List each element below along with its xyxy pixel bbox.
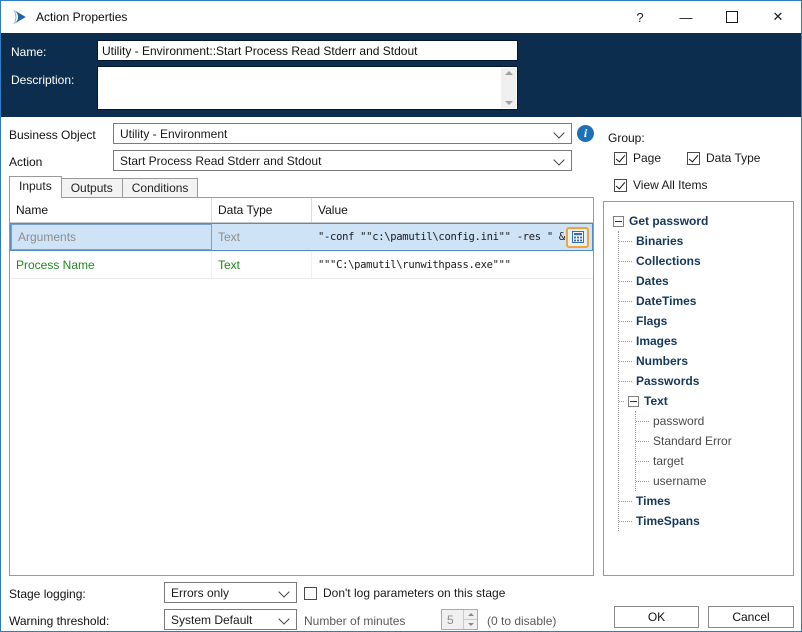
expression-editor-button[interactable] [566, 227, 589, 248]
table-row-arguments[interactable]: Arguments Text "-conf ""c:\pamutil\confi… [10, 223, 593, 251]
tree-item-target[interactable]: target [636, 451, 789, 471]
checkbox-icon[interactable] [614, 152, 627, 165]
tree-item-passwords[interactable]: Passwords [619, 371, 789, 391]
number-of-minutes-label: Number of minutes [304, 614, 405, 628]
scroll-down-icon[interactable] [505, 101, 513, 105]
table-row-process-name[interactable]: Process Name Text """C:\pamutil\runwithp… [10, 251, 593, 279]
tree-item-datetimes[interactable]: DateTimes [619, 291, 789, 311]
blue-prism-logo-icon [10, 8, 28, 26]
name-input[interactable] [97, 40, 518, 61]
close-icon[interactable]: ✕ [755, 1, 801, 33]
tab-strip: Inputs Outputs Conditions [9, 176, 198, 198]
cell-name[interactable]: Process Name [10, 251, 212, 278]
chevron-down-icon [553, 127, 564, 138]
table-header: Name Data Type Value [10, 198, 593, 223]
disable-hint: (0 to disable) [487, 614, 556, 628]
chevron-down-icon [278, 613, 289, 624]
help-icon[interactable]: ? [617, 1, 663, 33]
collapse-icon[interactable] [628, 396, 639, 407]
column-header-name[interactable]: Name [10, 198, 212, 222]
description-scrollbar[interactable] [501, 68, 516, 108]
tree-item-text[interactable]: Text [619, 391, 789, 411]
checkbox-icon[interactable] [687, 152, 700, 165]
dialog-header: Name: Description: [1, 33, 801, 117]
cell-data-type[interactable]: Text [212, 251, 312, 278]
checkbox-data-type-label: Data Type [706, 151, 760, 165]
cell-name[interactable]: Arguments [11, 224, 212, 250]
warning-threshold-label: Warning threshold: [9, 614, 109, 628]
tab-inputs[interactable]: Inputs [9, 176, 62, 198]
tree-item-binaries[interactable]: Binaries [619, 231, 789, 251]
description-label: Description: [11, 73, 74, 87]
stage-logging-dropdown[interactable]: Errors only [164, 582, 297, 603]
tree-item-numbers[interactable]: Numbers [619, 351, 789, 371]
column-header-data-type[interactable]: Data Type [212, 198, 312, 222]
checkbox-view-all-items[interactable]: View All Items [614, 178, 707, 192]
collapse-icon[interactable] [613, 216, 624, 227]
cell-value[interactable]: """C:\pamutil\runwithpass.exe""" [312, 251, 593, 278]
info-icon[interactable] [577, 125, 594, 142]
action-label: Action [9, 155, 42, 169]
column-header-value[interactable]: Value [312, 198, 593, 222]
name-label: Name: [11, 45, 46, 59]
data-items-tree: Get password Binaries Collections Dates … [603, 201, 794, 576]
window-title: Action Properties [36, 10, 127, 24]
description-input[interactable] [97, 66, 518, 110]
group-label: Group: [608, 131, 645, 145]
scroll-up-icon[interactable] [505, 71, 513, 75]
checkbox-dont-log-parameters[interactable]: Don't log parameters on this stage [304, 586, 505, 600]
tab-conditions[interactable]: Conditions [122, 178, 199, 197]
inputs-table: Name Data Type Value Arguments Text "-co… [9, 197, 594, 576]
business-object-dropdown[interactable]: Utility - Environment [113, 123, 572, 144]
stage-logging-label: Stage logging: [9, 587, 86, 601]
calculator-icon [572, 231, 584, 243]
checkbox-page-label: Page [633, 151, 661, 165]
chevron-down-icon [553, 154, 564, 165]
checkbox-data-type[interactable]: Data Type [687, 151, 760, 165]
dont-log-label: Don't log parameters on this stage [323, 586, 505, 600]
business-object-label: Business Object [9, 128, 96, 142]
tab-outputs[interactable]: Outputs [61, 178, 123, 197]
tree-item-times[interactable]: Times [619, 491, 789, 511]
tree-item-password[interactable]: password [636, 411, 789, 431]
tree-item-get-password[interactable]: Get password [613, 211, 789, 231]
stepper-down-icon[interactable] [464, 619, 477, 629]
cancel-button[interactable]: Cancel [708, 606, 794, 628]
tree-item-standard-error[interactable]: Standard Error [636, 431, 789, 451]
title-bar: Action Properties ? — ✕ [1, 1, 801, 33]
action-dropdown[interactable]: Start Process Read Stderr and Stdout [113, 150, 572, 171]
minutes-stepper[interactable]: 5 [441, 609, 478, 630]
stepper-up-icon[interactable] [464, 610, 477, 619]
minimize-icon[interactable]: — [663, 1, 709, 33]
minutes-value[interactable]: 5 [442, 610, 463, 629]
maximize-icon[interactable] [709, 1, 755, 33]
tree-item-timespans[interactable]: TimeSpans [619, 511, 789, 531]
tree-item-username[interactable]: username [636, 471, 789, 491]
checkbox-page[interactable]: Page [614, 151, 661, 165]
warning-threshold-dropdown[interactable]: System Default [164, 609, 297, 630]
tree-item-collections[interactable]: Collections [619, 251, 789, 271]
window-controls: ? — ✕ [617, 1, 801, 33]
checkbox-icon[interactable] [614, 179, 627, 192]
ok-button[interactable]: OK [614, 606, 699, 628]
checkbox-view-all-label: View All Items [633, 178, 707, 192]
chevron-down-icon [278, 586, 289, 597]
tree-item-dates[interactable]: Dates [619, 271, 789, 291]
checkbox-icon[interactable] [304, 587, 317, 600]
tree-item-images[interactable]: Images [619, 331, 789, 351]
cell-data-type[interactable]: Text [212, 224, 312, 250]
action-properties-dialog: Action Properties ? — ✕ Name: Descriptio… [0, 0, 802, 632]
tree-item-flags[interactable]: Flags [619, 311, 789, 331]
cell-value[interactable]: "-conf ""c:\pamutil\config.ini"" -res " … [312, 224, 592, 250]
